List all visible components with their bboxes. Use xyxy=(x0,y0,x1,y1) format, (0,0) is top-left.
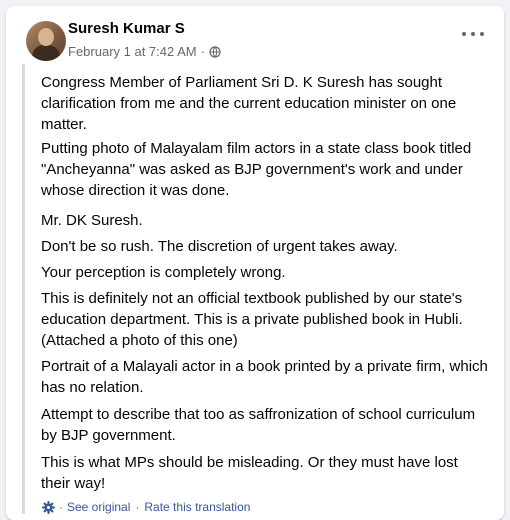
meta-separator: · xyxy=(200,44,205,59)
author-name[interactable]: Suresh Kumar S xyxy=(68,20,185,37)
rate-translation-link[interactable]: Rate this translation xyxy=(144,500,250,514)
post-paragraph: Don't be so rush. The discretion of urge… xyxy=(41,238,398,255)
post-paragraph: Portrait of a Malayali actor in a book p… xyxy=(41,358,488,396)
post-card: Suresh Kumar S February 1 at 7:42 AM · C… xyxy=(6,6,504,520)
post-paragraph: This is what MPs should be misleading. O… xyxy=(41,454,458,492)
post-timestamp[interactable]: February 1 at 7:42 AM xyxy=(68,44,197,59)
gear-icon[interactable] xyxy=(42,500,55,514)
footer-separator: · xyxy=(135,500,140,514)
post-meta: February 1 at 7:42 AM · xyxy=(68,44,221,59)
footer-separator: · xyxy=(59,500,63,514)
post-paragraph: Mr. DK Suresh. xyxy=(41,212,143,229)
post-paragraph: Congress Member of Parliament Sri D. K S… xyxy=(41,74,457,133)
post-paragraph: Putting photo of Malayalam film actors i… xyxy=(41,140,472,199)
more-options-icon[interactable] xyxy=(462,26,484,42)
post-paragraph: Your perception is completely wrong. xyxy=(41,264,286,281)
translated-post-body: Congress Member of Parliament Sri D. K S… xyxy=(22,64,497,514)
post-paragraph: This is definitely not an official textb… xyxy=(41,290,463,349)
post-paragraph: Attempt to describe that too as saffroni… xyxy=(41,406,476,444)
globe-icon[interactable] xyxy=(209,45,221,58)
translation-footer: · See original · Rate this translation xyxy=(42,500,250,514)
avatar[interactable] xyxy=(26,21,66,61)
see-original-link[interactable]: See original xyxy=(67,500,130,514)
